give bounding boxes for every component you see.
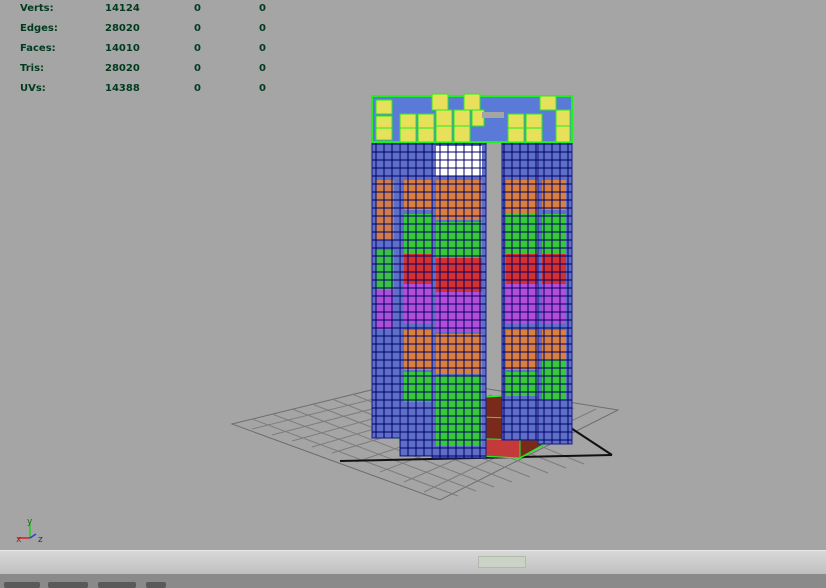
hud-value: 0 xyxy=(259,23,266,34)
hud-label: Verts: xyxy=(20,3,54,14)
hud-value: 0 xyxy=(259,63,266,74)
timeline-indicator[interactable] xyxy=(478,556,526,568)
hud-value: 28020 xyxy=(105,23,140,34)
z-axis-line xyxy=(29,533,37,539)
hud-value: 28020 xyxy=(105,63,140,74)
hud-value: 14124 xyxy=(105,3,140,14)
crown-ring[interactable] xyxy=(371,93,573,143)
hud-label: Tris: xyxy=(20,63,45,74)
hud-value: 0 xyxy=(194,63,201,74)
hud-label: Edges: xyxy=(20,23,58,34)
hud-label: Faces: xyxy=(20,43,56,54)
hud-label: UVs: xyxy=(20,83,46,94)
x-axis-label: x xyxy=(16,535,22,545)
hud-value: 0 xyxy=(259,83,266,94)
hud-value: 14010 xyxy=(105,43,140,54)
tower-mesh[interactable] xyxy=(371,139,573,459)
y-axis-label: y xyxy=(27,518,33,527)
viewport-panel[interactable]: Verts: 14124 0 0 Edges: 28020 0 0 Faces:… xyxy=(0,0,826,550)
menu-item[interactable] xyxy=(48,582,88,588)
z-axis-label: z xyxy=(38,535,43,545)
timeline-bar[interactable] xyxy=(0,550,826,575)
menu-item[interactable] xyxy=(4,582,40,588)
hud-value: 0 xyxy=(194,3,201,14)
panel-menu-strip[interactable] xyxy=(0,574,826,588)
hud-value: 0 xyxy=(194,83,201,94)
hud-value: 14388 xyxy=(105,83,140,94)
menu-item[interactable] xyxy=(98,582,136,588)
menu-item[interactable] xyxy=(146,582,166,588)
hud-value: 0 xyxy=(259,3,266,14)
axis-gizmo: y x z xyxy=(16,518,43,545)
hud-value: 0 xyxy=(194,23,201,34)
hud-value: 0 xyxy=(259,43,266,54)
hud-value: 0 xyxy=(194,43,201,54)
